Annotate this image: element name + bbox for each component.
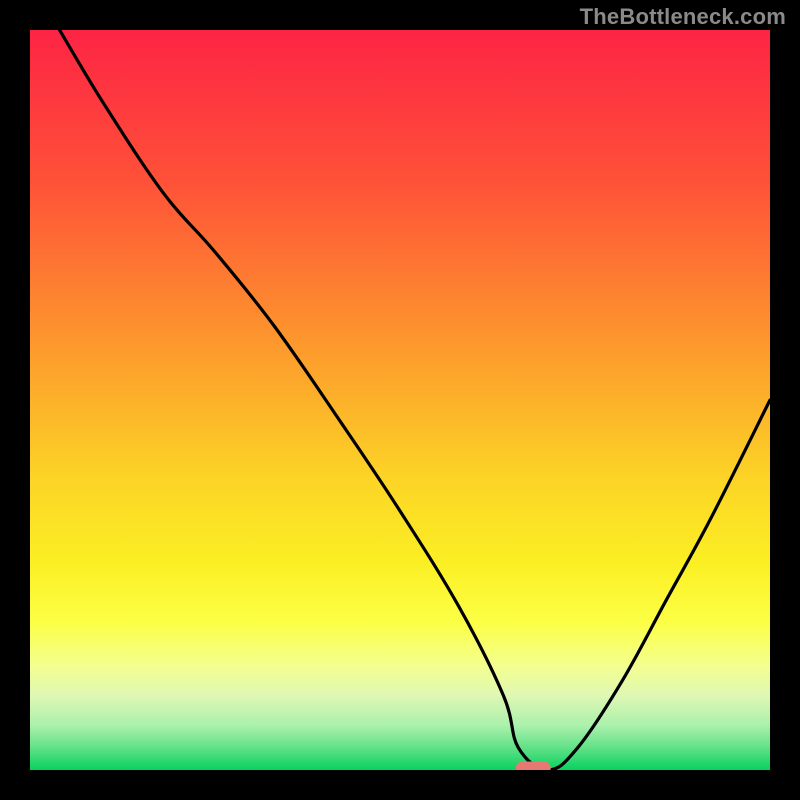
chart-frame: TheBottleneck.com — [0, 0, 800, 800]
bottleneck-chart — [30, 30, 770, 770]
watermark-text: TheBottleneck.com — [580, 4, 786, 30]
plot-background — [30, 30, 770, 770]
optimum-marker — [516, 762, 550, 770]
